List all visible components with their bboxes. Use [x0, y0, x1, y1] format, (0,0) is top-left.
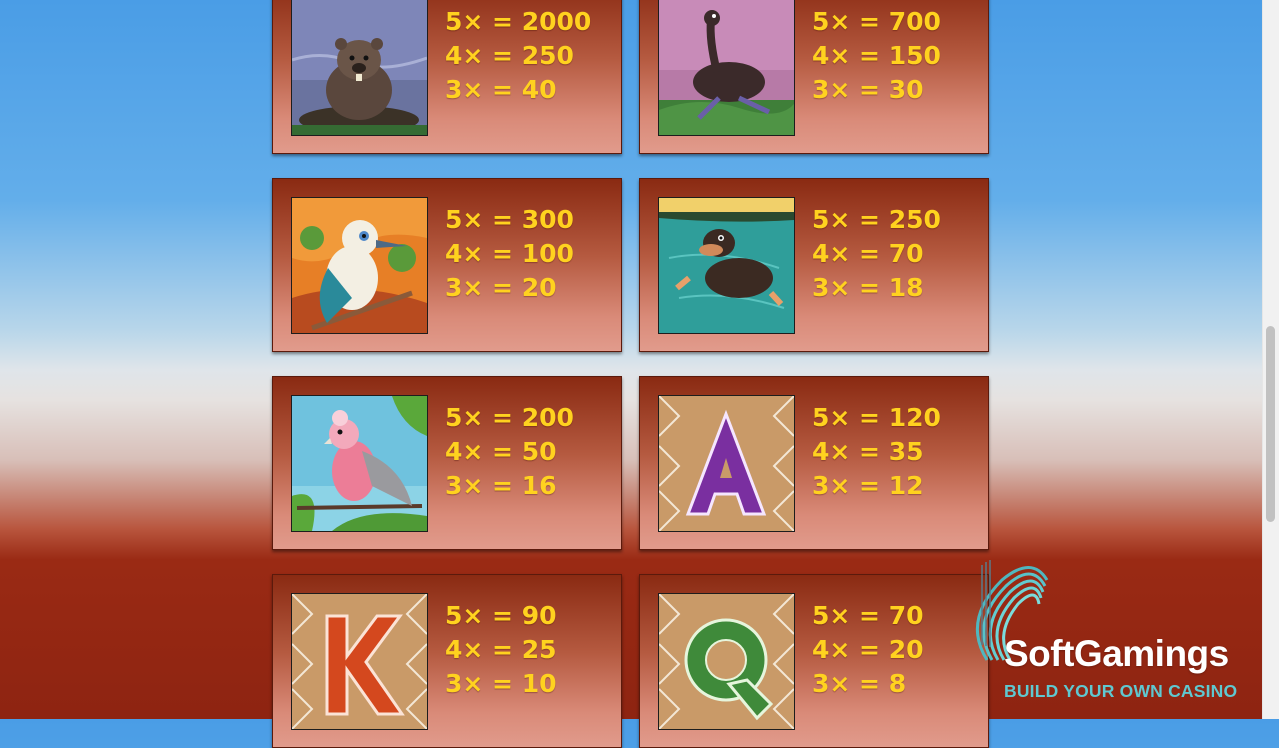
payout-list: 5× = 700 4× = 150 3× = 30: [812, 5, 941, 107]
payout-3x: 3× = 18: [812, 273, 924, 302]
paytable-card-letter-q: 5× = 70 4× = 20 3× = 8: [639, 574, 989, 748]
paytable-card-platypus: 5× = 250 4× = 70 3× = 18: [639, 178, 989, 352]
payout-3x: 3× = 10: [445, 669, 557, 698]
payout-5x: 5× = 120: [812, 403, 941, 432]
payout-4x: 4× = 70: [812, 239, 924, 268]
payout-list: 5× = 300 4× = 100 3× = 20: [445, 203, 574, 305]
payout-5x: 5× = 250: [812, 205, 941, 234]
payout-4x: 4× = 50: [445, 437, 557, 466]
platypus-icon: [658, 197, 795, 334]
payout-5x: 5× = 300: [445, 205, 574, 234]
paytable-grid: 5× = 2000 4× = 250 3× = 40 5× = 700 4× =…: [272, 0, 992, 748]
payout-3x: 3× = 40: [445, 75, 557, 104]
payout-4x: 4× = 35: [812, 437, 924, 466]
payout-list: 5× = 70 4× = 20 3× = 8: [812, 599, 924, 701]
paytable-card-galah: 5× = 200 4× = 50 3× = 16: [272, 376, 622, 550]
payout-5x: 5× = 200: [445, 403, 574, 432]
payout-4x: 4× = 25: [445, 635, 557, 664]
payout-3x: 3× = 12: [812, 471, 924, 500]
wombat-icon: [291, 0, 428, 136]
payout-list: 5× = 200 4× = 50 3× = 16: [445, 401, 574, 503]
kookaburra-icon: [291, 197, 428, 334]
payout-4x: 4× = 20: [812, 635, 924, 664]
paytable-card-emu: 5× = 700 4× = 150 3× = 30: [639, 0, 989, 154]
emu-icon: [658, 0, 795, 136]
letter-k-icon: [291, 593, 428, 730]
payout-3x: 3× = 30: [812, 75, 924, 104]
payout-3x: 3× = 8: [812, 669, 907, 698]
paytable-card-wombat: 5× = 2000 4× = 250 3× = 40: [272, 0, 622, 154]
payout-4x: 4× = 100: [445, 239, 574, 268]
paytable-card-letter-a: 5× = 120 4× = 35 3× = 12: [639, 376, 989, 550]
galah-icon: [291, 395, 428, 532]
payout-list: 5× = 250 4× = 70 3× = 18: [812, 203, 941, 305]
letter-a-icon: [658, 395, 795, 532]
payout-4x: 4× = 250: [445, 41, 574, 70]
payout-5x: 5× = 2000: [445, 7, 592, 36]
brand-name: SoftGamings: [1004, 633, 1229, 674]
brand-tagline: BUILD YOUR OWN CASINO: [1004, 681, 1238, 701]
letter-q-icon: [658, 593, 795, 730]
paytable-card-letter-k: 5× = 90 4× = 25 3× = 10: [272, 574, 622, 748]
payout-list: 5× = 120 4× = 35 3× = 12: [812, 401, 941, 503]
vertical-scrollbar[interactable]: [1262, 0, 1279, 719]
payout-list: 5× = 2000 4× = 250 3× = 40: [445, 5, 591, 107]
scrollbar-thumb[interactable]: [1266, 326, 1275, 522]
payout-5x: 5× = 90: [445, 601, 557, 630]
payout-list: 5× = 90 4× = 25 3× = 10: [445, 599, 557, 701]
paytable-card-kookaburra: 5× = 300 4× = 100 3× = 20: [272, 178, 622, 352]
payout-5x: 5× = 700: [812, 7, 941, 36]
payout-3x: 3× = 16: [445, 471, 557, 500]
payout-5x: 5× = 70: [812, 601, 924, 630]
payout-3x: 3× = 20: [445, 273, 557, 302]
softgamings-watermark: SoftGamings BUILD YOUR OWN CASINO: [962, 550, 1262, 710]
payout-4x: 4× = 150: [812, 41, 941, 70]
